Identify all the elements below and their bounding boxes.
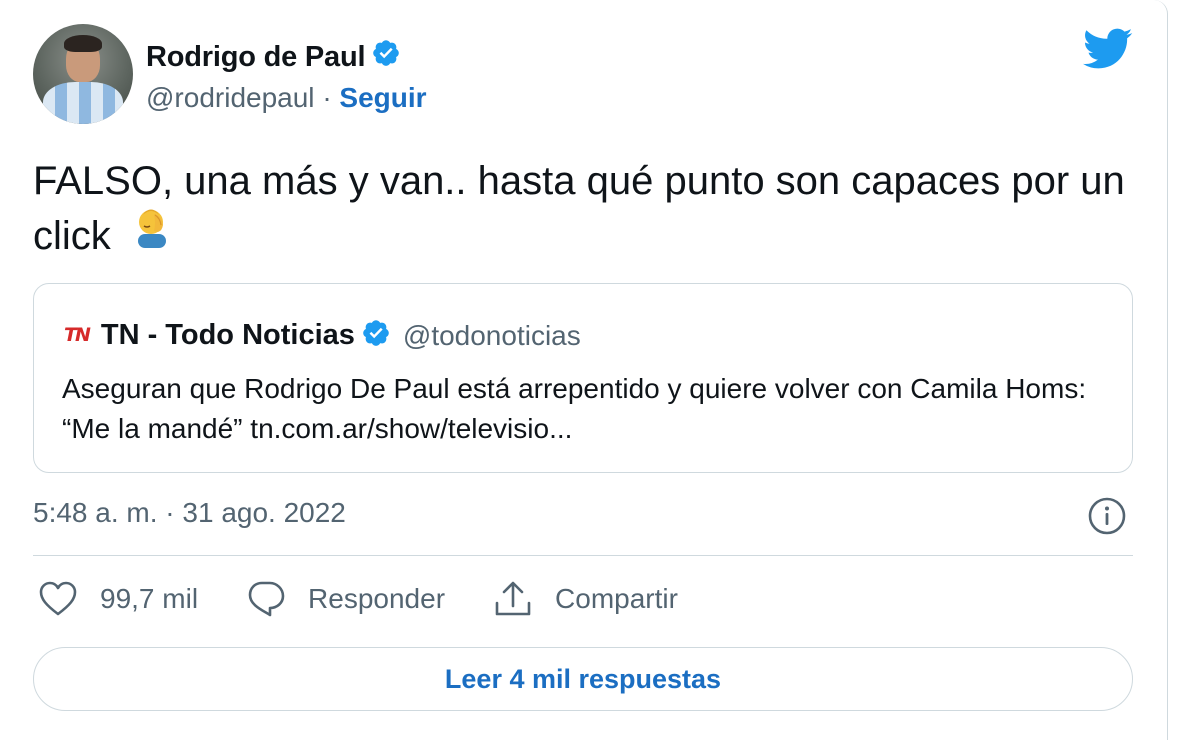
twitter-bird-icon[interactable] <box>1083 28 1133 75</box>
divider <box>33 555 1133 556</box>
author-handle-row: @rodridepaul · Seguir <box>146 82 427 114</box>
face-palm-emoji-icon <box>132 206 174 263</box>
author-name-row[interactable]: Rodrigo de Paul <box>146 38 401 76</box>
quoted-tweet[interactable]: TN TN - Todo Noticias @todonoticias Aseg… <box>33 283 1133 473</box>
tweet-text: FALSO, una más y van.. hasta qué punto s… <box>33 154 1143 264</box>
verified-badge-icon <box>361 318 391 353</box>
avatar-shirt <box>43 82 123 124</box>
tweet-card: Rodrigo de Paul @rodridepaul · Seguir FA… <box>0 0 1168 740</box>
action-bar: 99,7 mil Responder Compartir <box>38 580 726 618</box>
like-button[interactable]: 99,7 mil <box>38 581 198 617</box>
verified-badge-icon <box>371 38 401 76</box>
author-handle[interactable]: @rodridepaul <box>146 82 315 113</box>
read-replies-button[interactable]: Leer 4 mil respuestas <box>33 647 1133 711</box>
tweet-body: FALSO, una más y van.. hasta qué punto s… <box>33 159 1125 258</box>
heart-icon <box>39 581 77 616</box>
info-icon[interactable] <box>1087 496 1127 541</box>
avatar[interactable] <box>33 24 133 124</box>
author-name[interactable]: Rodrigo de Paul <box>146 41 366 74</box>
avatar-hair <box>64 35 102 52</box>
share-button[interactable]: Compartir <box>493 580 678 618</box>
quoted-header: TN TN - Todo Noticias @todonoticias <box>64 318 581 353</box>
like-count: 99,7 mil <box>100 583 199 614</box>
tweet-timestamp[interactable]: 5:48 a. m. · 31 ago. 2022 <box>33 497 346 529</box>
reply-label: Responder <box>308 583 446 614</box>
separator-dot: · <box>322 82 332 113</box>
quoted-author-handle[interactable]: @todonoticias <box>403 320 581 352</box>
reply-button[interactable]: Responder <box>246 580 445 618</box>
quoted-author-name[interactable]: TN - Todo Noticias <box>101 319 355 352</box>
follow-button[interactable]: Seguir <box>339 82 426 113</box>
quoted-text: Aseguran que Rodrigo De Paul está arrepe… <box>62 373 1087 444</box>
share-icon <box>495 581 531 616</box>
reply-icon <box>248 581 285 617</box>
tn-logo-icon: TN <box>64 323 91 346</box>
share-label: Compartir <box>555 583 678 614</box>
